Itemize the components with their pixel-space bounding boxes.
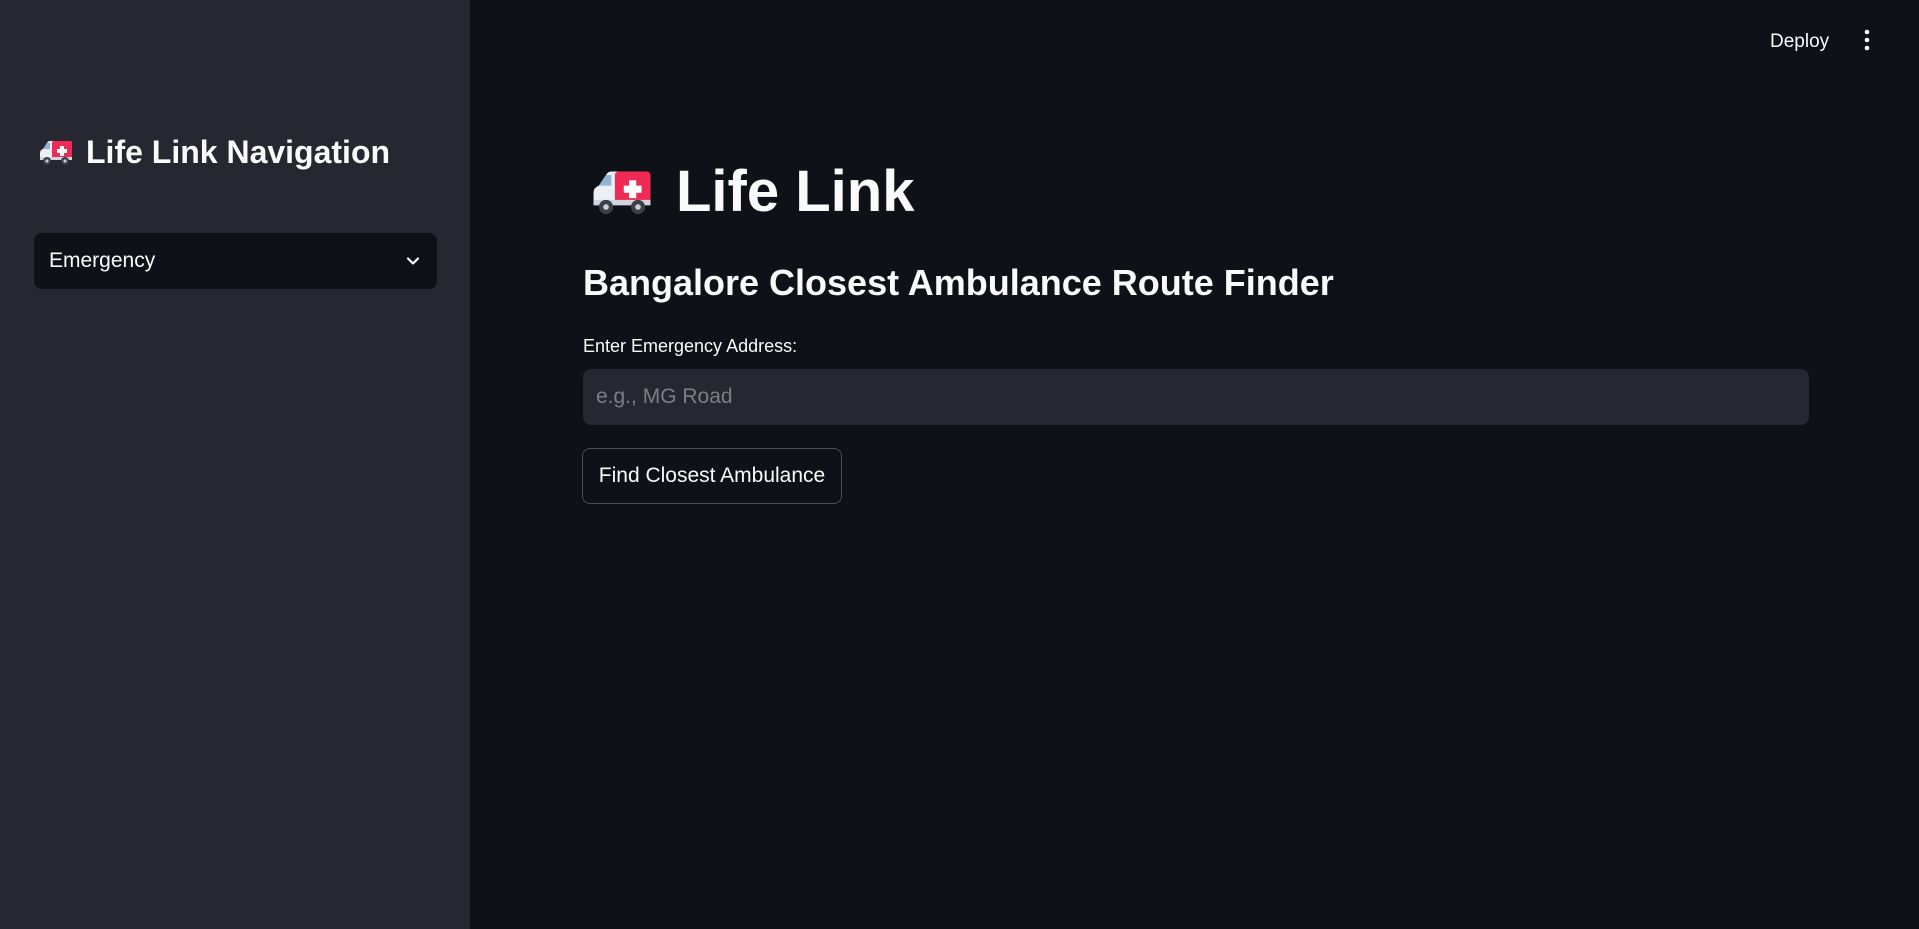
page-title-text: Life Link (676, 158, 915, 224)
page-select[interactable]: Emergency (34, 233, 437, 289)
page-subheader: Bangalore Closest Ambulance Route Finder (583, 262, 1334, 303)
app-root: Life Link Navigation Emergency Deploy Li… (0, 0, 1919, 929)
deploy-button[interactable]: Deploy (1758, 24, 1841, 60)
page-select-value: Emergency (49, 249, 156, 272)
find-closest-ambulance-button[interactable]: Find Closest Ambulance (582, 448, 842, 504)
sidebar-title-text: Life Link Navigation (86, 133, 391, 170)
ambulance-icon (590, 165, 654, 217)
chevron-down-icon (405, 253, 421, 269)
more-vertical-icon (1864, 29, 1870, 56)
sidebar: Life Link Navigation Emergency (0, 0, 470, 929)
address-label: Enter Emergency Address: (583, 336, 798, 356)
address-input[interactable] (583, 369, 1809, 425)
main-menu-button[interactable] (1852, 22, 1882, 62)
page-title: Life Link (590, 156, 914, 226)
sidebar-title: Life Link Navigation (38, 130, 390, 174)
ambulance-icon (38, 138, 74, 166)
